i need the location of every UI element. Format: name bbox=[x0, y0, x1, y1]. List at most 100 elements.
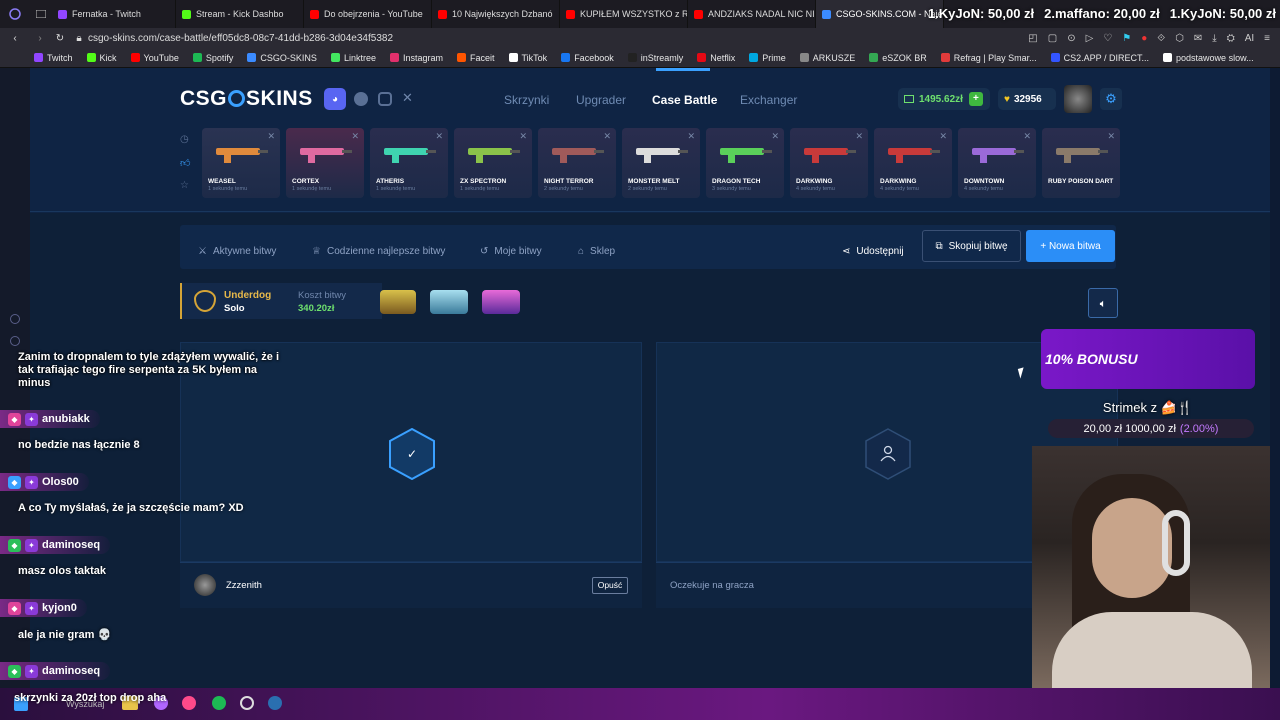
new-battle-button[interactable]: + Nowa bitwa bbox=[1026, 230, 1115, 262]
subnav-daily-best[interactable]: ♕ Codzienne najlepsze bitwy bbox=[312, 246, 445, 257]
drop-close-icon[interactable]: ✕ bbox=[1023, 131, 1031, 142]
chat-message: no bedzie nas łącznie 8 bbox=[18, 439, 140, 451]
drops-thumb-icon[interactable]: 👍︎ bbox=[180, 157, 190, 169]
coins-pill[interactable]: ♥ 32956 bbox=[998, 88, 1056, 110]
user-avatar[interactable] bbox=[1064, 85, 1092, 113]
sidebar-circle-icon[interactable] bbox=[10, 336, 20, 346]
deposit-plus-icon[interactable]: + bbox=[968, 92, 983, 106]
leave-button[interactable]: Opuść bbox=[592, 577, 628, 594]
bookmark-item[interactable]: Prime bbox=[749, 53, 786, 63]
bookmark-item[interactable]: Kick bbox=[86, 53, 117, 63]
bookmark-item[interactable]: Spotify bbox=[192, 53, 233, 63]
sidebar-clock-icon[interactable] bbox=[10, 314, 20, 324]
nav-skrzynki[interactable]: Skrzynki bbox=[504, 93, 549, 107]
chat-username[interactable]: ◆ ✦ Olos00 bbox=[0, 473, 89, 491]
obs-taskbar-icon[interactable] bbox=[240, 696, 254, 710]
tab-kick[interactable]: Stream - Kick Dashbo bbox=[176, 0, 304, 28]
bookmark-icon bbox=[749, 53, 759, 62]
drop-card[interactable]: ✕ WEASEL 1 sekundę temu bbox=[202, 128, 280, 198]
bookmark-item[interactable]: YouTube bbox=[130, 53, 179, 63]
bookmark-item[interactable]: podstawowe slow... bbox=[1163, 53, 1254, 63]
chat-username[interactable]: ◆ ✦ kyjon0 bbox=[0, 599, 87, 617]
tab-csgo-skins[interactable]: CSGO-SKINS.COM - Naje bbox=[816, 0, 944, 28]
steam-taskbar-icon[interactable] bbox=[268, 696, 282, 710]
forward-icon[interactable]: › bbox=[30, 33, 50, 44]
sound-toggle-icon[interactable]: 🔈︎ bbox=[1088, 288, 1118, 318]
drop-close-icon[interactable]: ✕ bbox=[771, 131, 779, 142]
chat-badge-icon: ◆ bbox=[8, 601, 21, 615]
nav-case-battle[interactable]: Case Battle bbox=[652, 93, 717, 107]
app-taskbar-icon[interactable] bbox=[182, 696, 196, 710]
chat-username[interactable]: ◆ ✦ anubiakk bbox=[0, 410, 100, 428]
youtube-icon bbox=[566, 9, 575, 19]
tab-youtube-3[interactable]: KUPIŁEM WSZYSTKO z R bbox=[560, 0, 688, 28]
back-icon[interactable]: ‹ bbox=[0, 33, 30, 44]
drop-close-icon[interactable]: ✕ bbox=[1107, 131, 1115, 142]
drop-close-icon[interactable]: ✕ bbox=[939, 131, 947, 142]
drop-card[interactable]: ✕ RUBY POISON DART bbox=[1042, 128, 1120, 198]
facebook-icon[interactable] bbox=[354, 92, 368, 106]
bookmark-item[interactable]: inStreamly bbox=[627, 53, 683, 63]
subnav-my-battles[interactable]: ↺ Moje bitwy bbox=[480, 246, 542, 257]
copy-icon: ⧉ bbox=[935, 240, 943, 252]
share-button[interactable]: ⋖ Udostępnij bbox=[842, 246, 904, 257]
address-field[interactable]: csgo-skins.com/case-battle/eff05dc8-08c7… bbox=[88, 33, 1020, 44]
subnav-active-battles[interactable]: ⚔ Aktywne bitwy bbox=[198, 246, 276, 257]
drop-card[interactable]: ✕ DARKWING 4 sekundy temu bbox=[790, 128, 868, 198]
tab-youtube-2[interactable]: 10 Największych Dzbanó bbox=[432, 0, 560, 28]
drop-close-icon[interactable]: ✕ bbox=[603, 131, 611, 142]
drop-close-icon[interactable]: ✕ bbox=[351, 131, 359, 142]
reload-icon[interactable]: ↻ bbox=[50, 33, 70, 44]
browser-menu-icon[interactable] bbox=[0, 0, 30, 28]
drop-card[interactable]: ✕ ATHERIS 1 sekundę temu bbox=[370, 128, 448, 198]
x-twitter-icon[interactable]: ✕ bbox=[402, 90, 413, 106]
drop-close-icon[interactable]: ✕ bbox=[855, 131, 863, 142]
case-item-ice[interactable] bbox=[430, 290, 468, 314]
bookmark-item[interactable]: Twitch bbox=[34, 53, 73, 63]
drop-card[interactable]: ✕ DARKWING 4 sekundy temu bbox=[874, 128, 952, 198]
bookmark-item[interactable]: CSGO-SKINS bbox=[247, 53, 317, 63]
balance-pill[interactable]: 1495.62zł + bbox=[898, 88, 990, 110]
tab-youtube-1[interactable]: Do obejrzenia - YouTube bbox=[304, 0, 432, 28]
spotify-taskbar-icon[interactable] bbox=[212, 696, 226, 710]
extension-icons[interactable]: ◰ ▢ ⊙ ▷ ♡ ⚑ ● ⟐ ⬡ ✉ ⤓ ⛭ AI ≡ bbox=[1020, 33, 1280, 44]
bookmark-item[interactable]: CS2.APP / DIRECT... bbox=[1050, 53, 1149, 63]
nav-upgrader[interactable]: Upgrader bbox=[576, 93, 626, 107]
drop-card[interactable]: ✕ ZX SPECTRON 1 sekundę temu bbox=[454, 128, 532, 198]
bookmark-item[interactable]: ARKUSZE bbox=[799, 53, 855, 63]
subnav-shop[interactable]: ⌂ Sklep bbox=[578, 246, 615, 257]
drop-card[interactable]: ✕ DOWNTOWN 4 sekundy temu bbox=[958, 128, 1036, 198]
tab-youtube-4[interactable]: ANDZIAKS NADAL NIC NI bbox=[688, 0, 816, 28]
drop-close-icon[interactable]: ✕ bbox=[435, 131, 443, 142]
nav-exchanger[interactable]: Exchanger bbox=[740, 93, 797, 107]
bookmark-item[interactable]: Linktree bbox=[330, 53, 376, 63]
case-item-gold[interactable] bbox=[380, 290, 416, 314]
twitch-icon bbox=[58, 9, 67, 19]
tab-twitch[interactable]: Fernatka - Twitch bbox=[52, 0, 176, 28]
bookmark-item[interactable]: Facebook bbox=[561, 53, 614, 63]
case-item-purple[interactable] bbox=[482, 290, 520, 314]
site-logo[interactable]: CSG SKINS bbox=[180, 87, 313, 111]
copy-battle-button[interactable]: ⧉ Skopiuj bitwę bbox=[922, 230, 1021, 262]
drop-close-icon[interactable]: ✕ bbox=[267, 131, 275, 142]
chat-username[interactable]: ◆ ✦ daminoseq bbox=[0, 536, 111, 554]
drop-close-icon[interactable]: ✕ bbox=[519, 131, 527, 142]
drops-star-icon[interactable]: ☆ bbox=[180, 180, 189, 191]
drops-clock-icon[interactable]: ◷ bbox=[180, 134, 189, 145]
drop-card[interactable]: ✕ DRAGON TECH 3 sekundy temu bbox=[706, 128, 784, 198]
discord-icon[interactable]: ◕ bbox=[324, 88, 346, 110]
drop-card[interactable]: ✕ NIGHT TERROR 2 sekundy temu bbox=[538, 128, 616, 198]
bookmark-item[interactable]: Netflix bbox=[697, 53, 735, 63]
tab-list-icon[interactable] bbox=[30, 10, 52, 18]
instagram-icon[interactable] bbox=[378, 92, 392, 106]
bookmark-item[interactable]: Refrag | Play Smar... bbox=[940, 53, 1037, 63]
bookmark-item[interactable]: Instagram bbox=[389, 53, 443, 63]
bookmark-item[interactable]: TikTok bbox=[508, 53, 547, 63]
drop-close-icon[interactable]: ✕ bbox=[687, 131, 695, 142]
settings-gear-icon[interactable]: ⚙ bbox=[1100, 88, 1122, 110]
bookmark-item[interactable]: Faceit bbox=[457, 53, 495, 63]
chat-username[interactable]: ◆ ✦ daminoseq bbox=[0, 662, 111, 680]
bookmark-item[interactable]: eSZOK BR bbox=[869, 53, 927, 63]
drop-card[interactable]: ✕ MONSTER MELT 2 sekundy temu bbox=[622, 128, 700, 198]
drop-card[interactable]: ✕ CORTEX 1 sekundę temu bbox=[286, 128, 364, 198]
